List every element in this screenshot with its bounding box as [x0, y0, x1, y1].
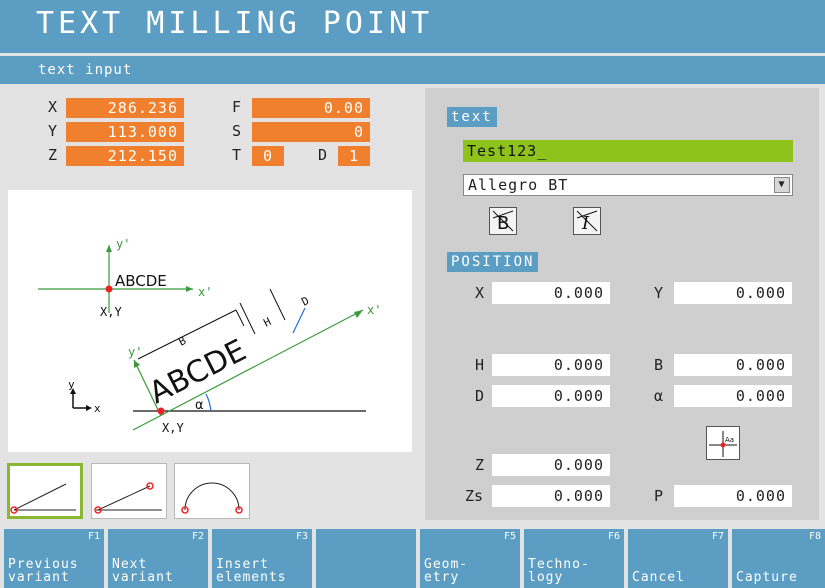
arc-variant-icon — [181, 482, 243, 514]
font-select-value: Allegro BT — [468, 176, 569, 194]
bold-toggle-button[interactable]: B — [489, 207, 517, 235]
f6-number: F6 — [607, 531, 620, 542]
speed-label: S — [232, 122, 242, 140]
line-variant-icon — [10, 483, 76, 514]
dim-d-label: D — [299, 294, 311, 309]
height-label: H — [475, 356, 485, 374]
dim-h-label: H — [261, 315, 273, 330]
top-sample-text: ABCDE — [115, 272, 167, 290]
pos-x-label: X — [475, 284, 485, 302]
rotated-x-arrow — [354, 310, 363, 318]
rotated-x-axis-label: x' — [367, 303, 381, 317]
f1-previous-variant-button[interactable]: F1 Previous variant — [4, 529, 104, 588]
top-x-arrow — [186, 286, 193, 292]
height-field[interactable]: 0.000 — [492, 354, 610, 376]
variant-line[interactable] — [7, 463, 83, 519]
dim-d-line — [292, 307, 306, 334]
angle-arc — [205, 393, 212, 412]
text-milling-diagram: y' x' ABCDE X,Y y' x' ABCDE B H D α X,Y — [38, 237, 381, 435]
pos-x-field[interactable]: 0.000 — [492, 282, 610, 304]
text-position-icon-text: Aa — [725, 436, 734, 444]
z-field[interactable]: 0.000 — [492, 454, 610, 476]
feed-label: F — [232, 98, 242, 116]
top-origin-label: X,Y — [100, 305, 122, 319]
z-label: Z — [475, 456, 485, 474]
f2-label: Next variant — [112, 557, 174, 585]
f2-number: F2 — [191, 531, 204, 542]
f2-next-variant-button[interactable]: F2 Next variant — [108, 529, 208, 588]
help-drawing: y' x' ABCDE X,Y y' x' ABCDE B H D α X,Y — [8, 190, 412, 452]
f4-empty-button[interactable] — [316, 529, 416, 588]
dropdown-arrow-icon[interactable]: ▼ — [774, 177, 790, 193]
dim-b-label: B — [176, 334, 188, 349]
tool-value: 0 — [252, 146, 284, 166]
spacing-field[interactable]: 0.000 — [492, 385, 610, 407]
f5-number: F5 — [503, 531, 516, 542]
bold-crossed-icon: B — [492, 210, 514, 234]
f3-insert-elements-button[interactable]: F3 Insert elements — [212, 529, 312, 588]
page-title: TEXT MILLING POINT — [36, 6, 434, 41]
f7-number: F7 — [711, 531, 724, 542]
diameter-label: D — [318, 146, 328, 164]
f6-technology-button[interactable]: F6 Techno- logy — [524, 529, 624, 588]
f8-label: Capture — [736, 570, 798, 585]
zs-label: Zs — [465, 487, 484, 505]
p-field[interactable]: 0.000 — [674, 485, 792, 507]
coord-z-value: 212.150 — [66, 146, 184, 166]
p-label: P — [654, 487, 664, 505]
width-field[interactable]: 0.000 — [674, 354, 792, 376]
f3-number: F3 — [295, 531, 308, 542]
page-subtitle: text input — [38, 62, 133, 78]
font-select[interactable]: Allegro BT ▼ — [463, 174, 793, 196]
angle-label: α — [195, 398, 204, 413]
position-section-label: POSITION — [447, 252, 539, 272]
coord-x-label: X — [48, 98, 58, 116]
axes-y-label: y — [68, 378, 75, 391]
top-y-arrow — [106, 245, 112, 252]
f7-label: Cancel — [632, 570, 685, 585]
coord-y-label: Y — [48, 122, 58, 140]
coord-x-value: 286.236 — [66, 98, 184, 118]
coord-y-value: 113.000 — [66, 122, 184, 142]
text-section-label: text — [447, 107, 497, 127]
italic-toggle-button[interactable]: I — [573, 207, 601, 235]
pos-y-label: Y — [654, 284, 664, 302]
variant-arc[interactable] — [174, 463, 250, 519]
top-origin-point — [105, 285, 113, 293]
angle-field[interactable]: 0.000 — [674, 385, 792, 407]
pos-y-field[interactable]: 0.000 — [674, 282, 792, 304]
f5-label: Geom- etry — [424, 557, 469, 585]
f5-geometry-button[interactable]: F5 Geom- etry — [420, 529, 520, 588]
feed-value: 0.00 — [252, 98, 370, 118]
f1-number: F1 — [87, 531, 100, 542]
spacing-label: D — [475, 387, 485, 405]
top-x-axis-label: x' — [198, 285, 212, 299]
f1-label: Previous variant — [8, 557, 79, 585]
angle-field-label: α — [654, 387, 664, 405]
rotated-origin-point — [157, 407, 165, 415]
italic-crossed-icon: I — [576, 210, 598, 234]
text-input-field[interactable]: Test123_ — [463, 140, 793, 162]
f3-label: Insert elements — [216, 557, 287, 585]
top-y-axis-label: y' — [116, 237, 130, 251]
variant-two-points[interactable] — [91, 463, 167, 519]
tool-label: T — [232, 146, 242, 164]
axes-x-label: x — [94, 402, 101, 415]
f8-capture-button[interactable]: F8 Capture — [732, 529, 825, 588]
two-point-variant-icon — [94, 482, 162, 514]
width-label: B — [654, 356, 664, 374]
speed-value: 0 — [252, 122, 370, 142]
text-position-icon: Aa — [709, 431, 737, 457]
rotated-y-axis-label: y' — [128, 345, 142, 359]
zs-field[interactable]: 0.000 — [492, 485, 610, 507]
diameter-value: 1 — [338, 146, 370, 166]
f6-label: Techno- logy — [528, 557, 590, 585]
f8-number: F8 — [808, 531, 821, 542]
coord-z-label: Z — [48, 146, 58, 164]
f7-cancel-button[interactable]: F7 Cancel — [628, 529, 728, 588]
rotated-origin-label: X,Y — [162, 421, 184, 435]
text-position-button[interactable]: Aa — [706, 426, 740, 460]
